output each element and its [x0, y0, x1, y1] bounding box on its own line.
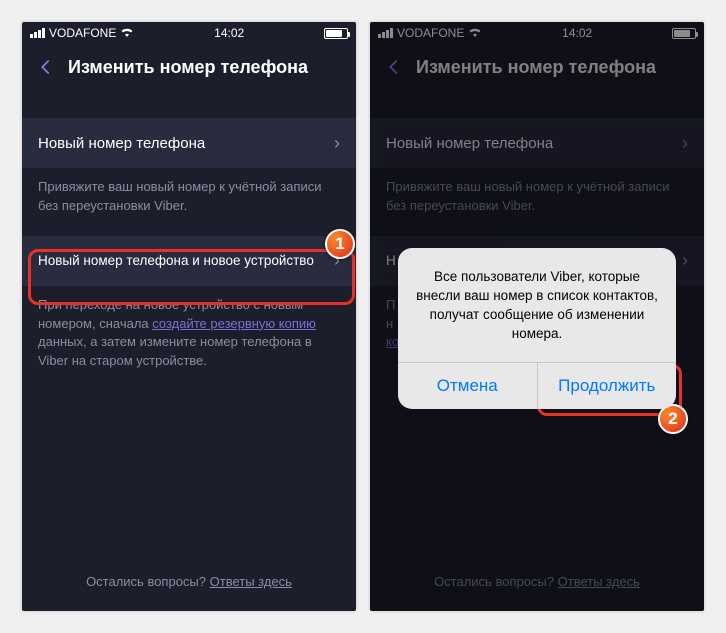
- option-new-number-desc: Привяжите ваш новый номер к учётной запи…: [22, 168, 356, 216]
- continue-button[interactable]: Продолжить: [538, 363, 677, 409]
- signal-icon: [30, 28, 45, 38]
- footer: Остались вопросы? Ответы здесь: [22, 574, 356, 589]
- carrier-label: VODAFONE: [49, 26, 116, 40]
- status-bar: VODAFONE 14:02: [22, 22, 356, 44]
- page-title: Изменить номер телефона: [68, 57, 346, 78]
- battery-icon: [324, 28, 348, 39]
- option-new-number-device[interactable]: Новый номер телефона и новое устройство …: [22, 236, 356, 286]
- clock: 14:02: [214, 26, 244, 40]
- footer-help-link[interactable]: Ответы здесь: [210, 574, 292, 589]
- wifi-icon: [120, 26, 134, 40]
- back-button[interactable]: [34, 55, 58, 79]
- confirmation-alert: Все пользователи Viber, которые внесли в…: [398, 248, 676, 409]
- screenshot-left: VODAFONE 14:02 Изменить номер телефона Н…: [22, 22, 356, 611]
- alert-message: Все пользователи Viber, которые внесли в…: [398, 248, 676, 362]
- chevron-right-icon: ›: [334, 133, 340, 154]
- option-new-number[interactable]: Новый номер телефона ›: [22, 118, 356, 168]
- option-new-number-device-label: Новый номер телефона и новое устройство: [38, 253, 314, 268]
- header: Изменить номер телефона: [22, 44, 356, 90]
- screenshot-right: VODAFONE 14:02 Изменить номер телефона Н…: [370, 22, 704, 611]
- option-new-number-device-desc: При переходе на новое устройство с новым…: [22, 286, 356, 371]
- cancel-button[interactable]: Отмена: [398, 363, 538, 409]
- annotation-badge-1: 1: [325, 229, 355, 259]
- option-new-number-label: Новый номер телефона: [38, 135, 205, 152]
- backup-link[interactable]: создайте резервную копию: [152, 316, 316, 331]
